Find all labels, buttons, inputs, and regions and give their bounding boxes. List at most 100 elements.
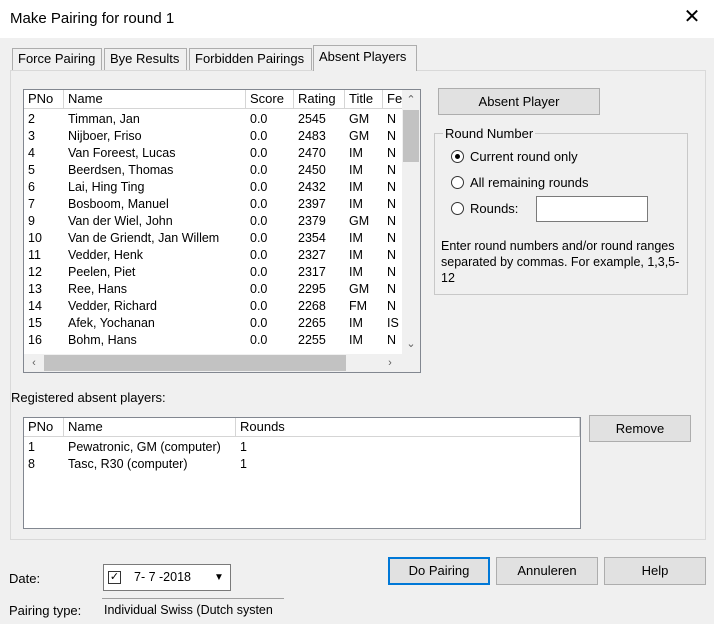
scroll-corner [402,354,420,372]
cell-federation: N [387,197,397,211]
cell-pno: 15 [28,316,42,330]
cell-federation: N [387,180,397,194]
table-row[interactable]: 11 Vedder, Henk 0.0 2327 IM N [24,247,402,264]
table-row[interactable]: 9 Van der Wiel, John 0.0 2379 GM N [24,213,402,230]
cell-pno: 11 [28,248,41,262]
reg-col-header-pno[interactable]: PNo [24,418,64,436]
help-button[interactable]: Help [604,557,706,585]
col-header-rating[interactable]: Rating [294,90,345,108]
cell-federation: N [387,333,397,347]
cell-pno: 3 [28,129,35,143]
date-checkbox[interactable]: ✓ [108,571,121,584]
cell-federation: N [387,146,397,160]
players-vertical-scrollbar[interactable]: ⌃ ⌄ [402,90,420,354]
radio-current-round[interactable] [451,150,464,163]
cell-rating: 2327 [298,248,326,262]
cell-score: 0.0 [250,129,268,143]
cell-pno: 4 [28,146,35,160]
players-list[interactable]: PNo Name Score Rating Title Fe 2 Timman, … [23,89,421,373]
date-picker[interactable]: ✓ 7- 7 -2018 ▼ [103,564,231,591]
cell-rating: 2295 [298,282,326,296]
cell-score: 0.0 [250,231,268,245]
table-row[interactable]: 6 Lai, Hing Ting 0.0 2432 IM N [24,179,402,196]
cell-score: 0.0 [250,333,268,347]
absent-player-button[interactable]: Absent Player [438,88,600,115]
tab-force-pairing[interactable]: Force Pairing [12,48,102,70]
col-header-pno[interactable]: PNo [24,90,64,108]
table-row[interactable]: 2 Timman, Jan 0.0 2545 GM N [24,111,402,128]
cell-score: 0.0 [250,299,268,313]
cell-name: Peelen, Piet [68,265,136,279]
scroll-down-icon[interactable]: ⌄ [402,336,420,352]
cell-rating: 2432 [298,180,326,194]
cell-pno: 6 [28,180,35,194]
cell-title: IM [349,265,363,279]
col-header-title[interactable]: Title [345,90,383,108]
cell-federation: N [387,112,397,126]
cell-title: IM [349,180,363,194]
radio-rounds[interactable] [451,202,464,215]
radio-current-round-label[interactable]: Current round only [470,149,578,164]
cell-federation: N [387,282,397,296]
cell-pno: 7 [28,197,35,211]
cell-name: Vedder, Henk [68,248,144,262]
table-row[interactable]: 10 Van de Griendt, Jan Willem 0.0 2354 IM N [24,230,402,247]
date-dropdown-icon[interactable]: ▼ [210,567,228,588]
cell-rating: 2268 [298,299,326,313]
col-header-federation[interactable]: Fe [383,90,402,108]
table-row[interactable]: 5 Beerdsen, Thomas 0.0 2450 IM N [24,162,402,179]
table-row[interactable]: 8 Tasc, R30 (computer) 1 [24,456,580,473]
radio-all-remaining-label[interactable]: All remaining rounds [470,175,589,190]
cell-pno: 10 [28,231,42,245]
registered-absent-list[interactable]: PNo Name Rounds 1 Pewatronic, GM (compute… [23,417,581,529]
cell-federation: N [387,231,397,245]
players-horizontal-scrollbar[interactable]: ‹ › [24,354,402,372]
table-row[interactable]: 15 Afek, Yochanan 0.0 2265 IM IS [24,315,402,332]
table-row[interactable]: 13 Ree, Hans 0.0 2295 GM N [24,281,402,298]
title-bar: Make Pairing for round 1 ✕ [0,0,714,38]
remove-button[interactable]: Remove [589,415,691,442]
col-header-name[interactable]: Name [64,90,246,108]
table-row[interactable]: 3 Nijboer, Friso 0.0 2483 GM N [24,128,402,145]
table-row[interactable]: 4 Van Foreest, Lucas 0.0 2470 IM N [24,145,402,162]
radio-rounds-label[interactable]: Rounds: [470,201,518,216]
reg-col-header-name[interactable]: Name [64,418,236,436]
table-row[interactable]: 1 Pewatronic, GM (computer) 1 [24,439,580,456]
cell-pno: 2 [28,112,35,126]
cell-name: Nijboer, Friso [68,129,142,143]
cell-title: IM [349,146,363,160]
table-row[interactable]: 14 Vedder, Richard 0.0 2268 FM N [24,298,402,315]
table-row[interactable]: 16 Bohm, Hans 0.0 2255 IM N [24,332,402,349]
scroll-left-icon[interactable]: ‹ [26,355,42,371]
scroll-up-icon[interactable]: ⌃ [402,92,420,108]
cell-federation: N [387,299,397,313]
cancel-button[interactable]: Annuleren [496,557,598,585]
cell-score: 0.0 [250,316,268,330]
cell-rounds: 1 [240,440,247,454]
reg-col-header-rounds[interactable]: Rounds [236,418,580,436]
horizontal-scroll-thumb[interactable] [44,355,346,371]
cell-name: Bohm, Hans [68,333,137,347]
scroll-right-icon[interactable]: › [382,355,398,371]
cell-name: Bosboom, Manuel [68,197,169,211]
rounds-input[interactable] [536,196,648,222]
cell-title: IM [349,333,363,347]
cell-score: 0.0 [250,112,268,126]
do-pairing-button[interactable]: Do Pairing [388,557,490,585]
col-header-score[interactable]: Score [246,90,294,108]
table-row[interactable]: 12 Peelen, Piet 0.0 2317 IM N [24,264,402,281]
table-row[interactable]: 7 Bosboom, Manuel 0.0 2397 IM N [24,196,402,213]
cell-pno: 5 [28,163,35,177]
cell-title: GM [349,214,370,228]
date-value[interactable]: 7- 7 -2018 [134,570,191,584]
tab-forbidden-pairings[interactable]: Forbidden Pairings [189,48,312,70]
cell-pno: 14 [28,299,42,313]
cell-pno: 12 [28,265,42,279]
tab-absent-players[interactable]: Absent Players [313,45,417,71]
close-icon[interactable]: ✕ [682,6,702,28]
cell-title: GM [349,112,370,126]
vertical-scroll-thumb[interactable] [403,110,419,162]
tab-bye-results[interactable]: Bye Results [104,48,187,70]
radio-all-remaining[interactable] [451,176,464,189]
cell-score: 0.0 [250,180,268,194]
